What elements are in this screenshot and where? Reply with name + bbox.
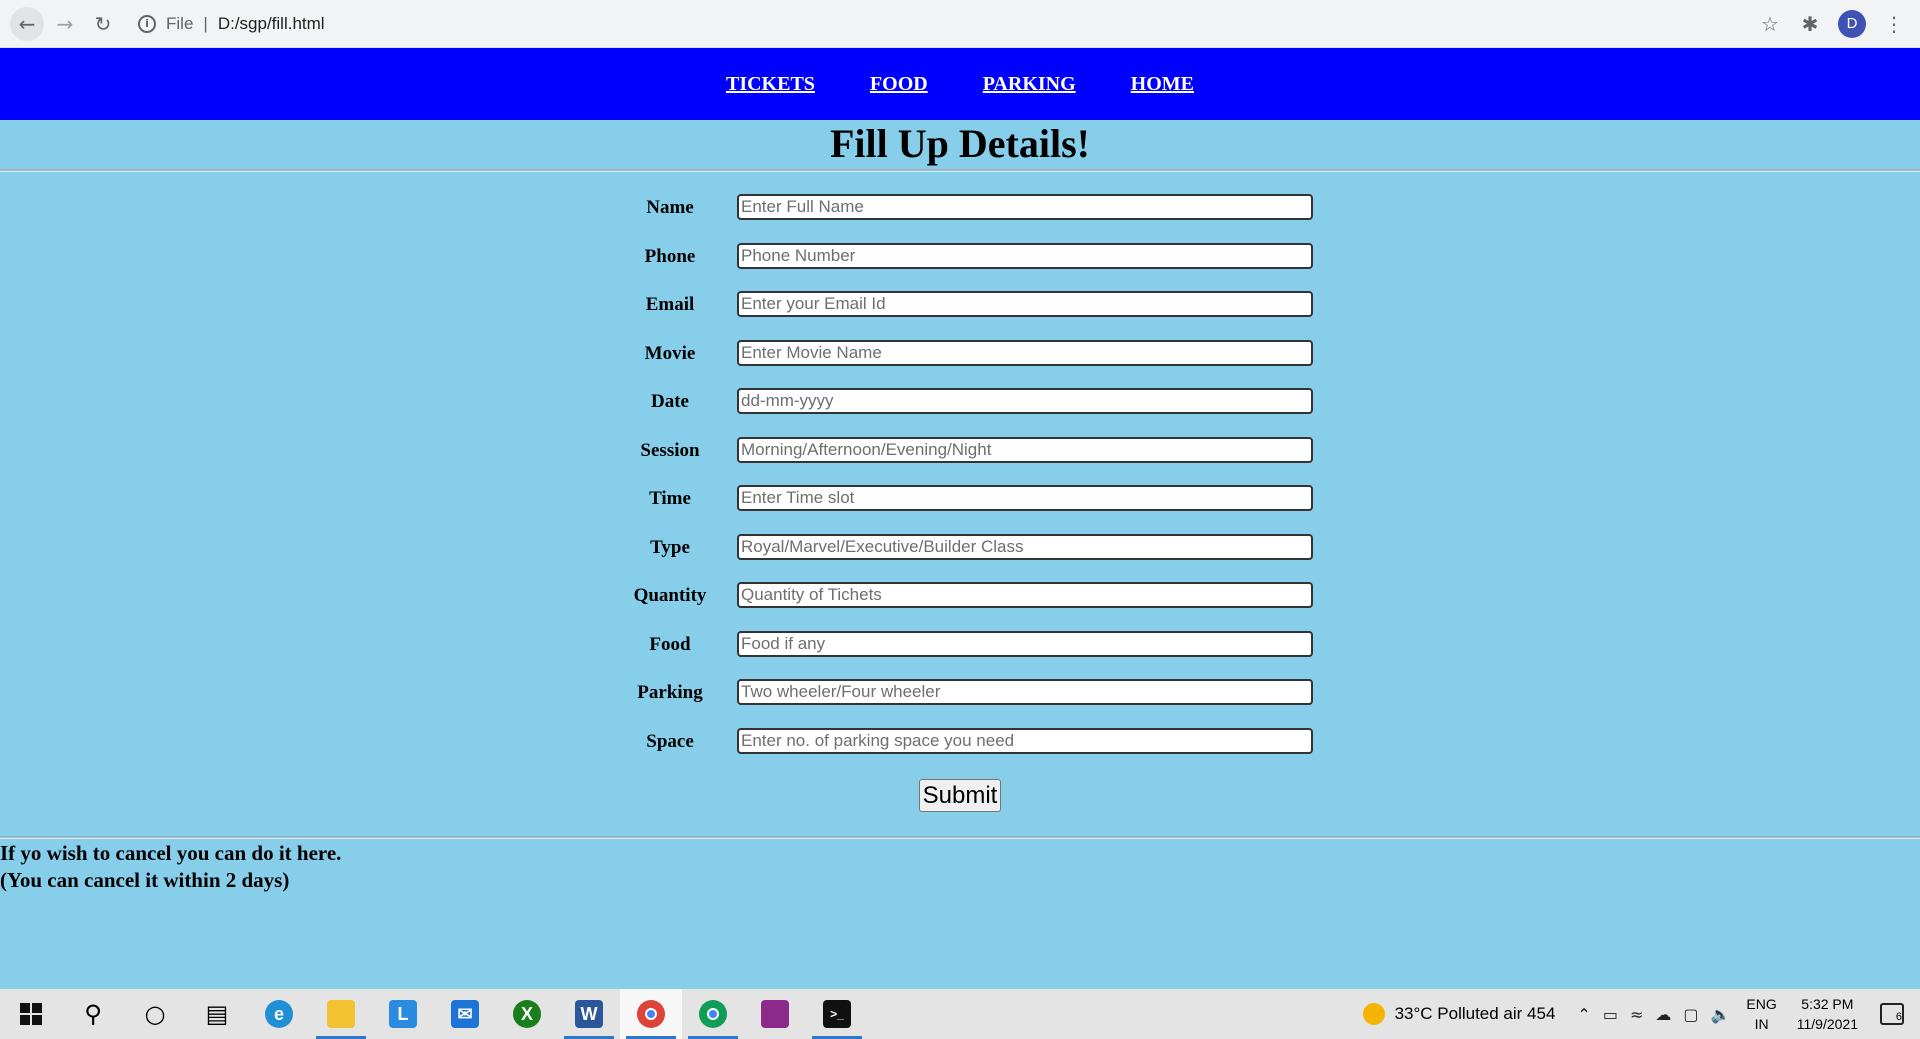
browser-toolbar: ← → ↻ i File | D:/sgp/fill.html ☆ ✱ D ⋮ xyxy=(0,0,1920,48)
cortana-icon[interactable]: ○ xyxy=(124,989,186,1039)
reload-icon[interactable]: ↻ xyxy=(86,7,120,41)
profile-avatar[interactable]: D xyxy=(1838,9,1866,38)
search-icon[interactable]: ⚲ xyxy=(62,989,124,1039)
field-label: Space xyxy=(646,731,694,752)
form-row-space: Space xyxy=(0,728,1920,756)
taskbar: ⚲ ○ ▤ e L ✉ X W >_ 33°C Polluted air 454… xyxy=(0,989,1920,1039)
clock[interactable]: 5:32 PM 11/9/2021 xyxy=(1797,994,1858,1034)
terminal-icon[interactable]: >_ xyxy=(806,989,868,1039)
space-input[interactable] xyxy=(737,728,1313,754)
name-input[interactable] xyxy=(737,194,1313,220)
nav-link-parking[interactable]: PARKING xyxy=(983,73,1076,96)
info-icon[interactable]: i xyxy=(138,14,156,33)
session-input[interactable] xyxy=(737,437,1313,463)
region-code: IN xyxy=(1754,1016,1769,1032)
wifi-icon[interactable]: ≈ xyxy=(1630,1005,1643,1024)
form-row-time: Time xyxy=(0,485,1920,513)
phone-input[interactable] xyxy=(737,243,1313,269)
field-label: Time xyxy=(649,488,691,509)
clock-date: 11/9/2021 xyxy=(1796,1016,1858,1032)
mail-icon[interactable]: ✉ xyxy=(434,989,496,1039)
weather-text[interactable]: 33°C Polluted air 454 xyxy=(1395,1004,1556,1024)
url-separator: | xyxy=(203,13,208,33)
chrome-icon[interactable] xyxy=(620,989,682,1039)
back-arrow-icon[interactable]: ← xyxy=(10,6,44,41)
field-label: Date xyxy=(651,391,689,412)
language-code: ENG xyxy=(1746,996,1777,1012)
field-label: Session xyxy=(640,440,700,461)
windows-start-icon[interactable] xyxy=(0,989,62,1039)
form-row-email: Email xyxy=(0,291,1920,319)
email-input[interactable] xyxy=(737,291,1313,317)
xbox-icon[interactable]: X xyxy=(496,989,558,1039)
form-row-quantity: Quantity xyxy=(0,582,1920,610)
form-row-date: Date xyxy=(0,388,1920,416)
field-label: Email xyxy=(645,294,695,315)
network-icon[interactable]: ☁ xyxy=(1655,1005,1671,1024)
submit-button[interactable]: Submit xyxy=(919,779,1001,812)
page-title: Fill Up Details! xyxy=(830,121,1090,166)
url-text[interactable]: D:/sgp/fill.html xyxy=(218,14,325,34)
chrome-profile-icon[interactable] xyxy=(682,989,744,1039)
task-view-icon[interactable]: ▤ xyxy=(186,989,248,1039)
url-scheme: File xyxy=(166,13,194,33)
file-explorer-icon[interactable] xyxy=(310,989,372,1039)
address-bar[interactable]: i File | D:/sgp/fill.html xyxy=(138,6,1758,41)
cancel-text: If yo wish to cancel you can do it here. xyxy=(0,841,342,865)
system-tray: 33°C Polluted air 454 ⌃ ▭ ≈ ☁ ▢ 🔈 ENG IN… xyxy=(1362,989,1920,1039)
edge-icon[interactable]: e xyxy=(248,989,310,1039)
nav-link-food[interactable]: FOOD xyxy=(870,73,928,96)
form-row-name: Name xyxy=(0,194,1920,222)
nav-link-tickets[interactable]: TICKETS xyxy=(726,73,815,96)
field-label: Movie xyxy=(644,343,696,364)
type-input[interactable] xyxy=(737,534,1313,560)
nav-link-home[interactable]: HOME xyxy=(1131,73,1194,96)
field-label: Type xyxy=(650,537,690,558)
word-icon[interactable]: W xyxy=(558,989,620,1039)
device-icon[interactable]: ▭ xyxy=(1603,1005,1618,1024)
time-input[interactable] xyxy=(737,485,1313,511)
cancel-note: (You can cancel it within 2 days) xyxy=(0,868,290,892)
weather-icon xyxy=(1362,1003,1385,1025)
date-input[interactable] xyxy=(737,388,1313,414)
movie-input[interactable] xyxy=(737,340,1313,366)
form-row-phone: Phone xyxy=(0,243,1920,271)
parking-input[interactable] xyxy=(737,679,1313,705)
form-row-movie: Movie xyxy=(0,340,1920,368)
notification-count: 6 xyxy=(1895,1011,1902,1023)
field-label: Food xyxy=(649,634,691,655)
forward-arrow-icon[interactable]: → xyxy=(48,7,82,41)
site-nav: TICKETS FOOD PARKING HOME xyxy=(0,48,1920,120)
chevron-up-icon[interactable]: ⌃ xyxy=(1577,1005,1590,1024)
kebab-menu-icon[interactable]: ⋮ xyxy=(1882,12,1906,36)
volume-icon[interactable]: 🔈 xyxy=(1710,1005,1730,1024)
form-row-type: Type xyxy=(0,534,1920,562)
field-label: Phone xyxy=(644,246,696,267)
field-label: Parking xyxy=(637,682,703,703)
star-icon[interactable]: ☆ xyxy=(1758,12,1782,36)
puzzle-icon[interactable]: ✱ xyxy=(1798,12,1822,36)
winrar-icon[interactable] xyxy=(744,989,806,1039)
quantity-input[interactable] xyxy=(737,582,1313,608)
divider-top xyxy=(0,169,1920,172)
form-row-parking: Parking xyxy=(0,679,1920,707)
app-l-icon[interactable]: L xyxy=(372,989,434,1039)
cancel-info: If yo wish to cancel you can do it here.… xyxy=(0,840,341,894)
language-indicator[interactable]: ENG IN xyxy=(1746,994,1776,1034)
field-label: Quantity xyxy=(633,585,707,606)
form-row-food: Food xyxy=(0,631,1920,659)
display-icon[interactable]: ▢ xyxy=(1683,1005,1698,1024)
notification-icon[interactable]: 6 xyxy=(1880,1003,1904,1025)
field-label: Name xyxy=(646,197,694,218)
clock-time: 5:32 PM xyxy=(1801,996,1854,1012)
food-input[interactable] xyxy=(737,631,1313,657)
form-row-session: Session xyxy=(0,437,1920,465)
divider-bottom xyxy=(0,836,1920,839)
